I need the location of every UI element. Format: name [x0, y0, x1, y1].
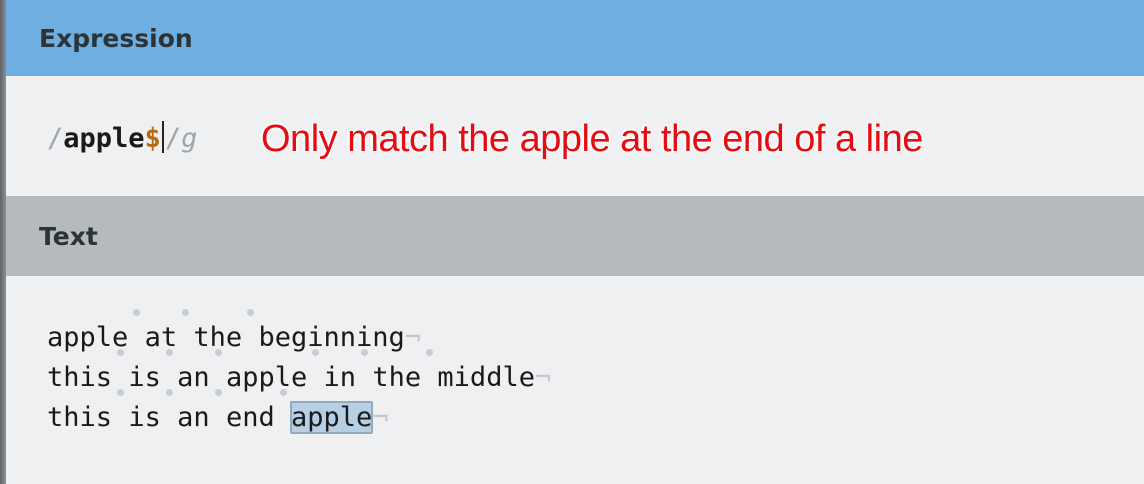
text-line: this is an end apple¬: [47, 389, 551, 438]
text-editor[interactable]: apple at the beginning¬ this is an apple …: [47, 309, 552, 438]
text-word: end: [225, 402, 275, 433]
text-word: apple: [225, 362, 308, 393]
text-word: in: [323, 362, 357, 393]
text-word: an: [177, 402, 210, 433]
whitespace-marker: [128, 309, 144, 358]
text-caret: [161, 121, 164, 153]
expression-panel: /apple$/g Only match the apple at the en…: [6, 76, 1144, 196]
expression-flags[interactable]: g: [181, 123, 197, 154]
text-word: is: [128, 362, 161, 393]
end-of-line-marker: ¬: [372, 402, 389, 433]
expression-open-delimiter: /: [47, 123, 64, 154]
whitespace-marker: [307, 349, 323, 398]
text-word: this: [47, 362, 113, 393]
expression-close-delimiter: /: [164, 123, 182, 154]
text-word: beginning: [258, 322, 405, 353]
expression-panel-title: Expression: [39, 23, 193, 53]
whitespace-marker: [210, 389, 226, 438]
text-word: the: [372, 362, 422, 393]
text-word: apple: [47, 322, 129, 353]
expression-panel-header: Expression: [6, 0, 1144, 76]
expression-input[interactable]: /apple$/g: [47, 121, 197, 157]
end-of-line-marker: ¬: [404, 322, 422, 353]
expression-end-anchor: $: [144, 123, 161, 154]
text-panel: apple at the beginning¬ this is an apple …: [6, 276, 1144, 484]
annotation-note: Only match the apple at the end of a lin…: [261, 118, 923, 160]
end-of-line-marker: ¬: [534, 362, 552, 393]
text-word: this: [47, 402, 113, 433]
whitespace-marker: [177, 309, 193, 358]
whitespace-marker: [356, 349, 372, 398]
whitespace-marker: [112, 389, 128, 438]
text-word: middle: [437, 362, 535, 393]
whitespace-marker: [275, 389, 291, 438]
text-word: at: [144, 322, 178, 353]
text-panel-header: Text: [6, 196, 1144, 276]
text-panel-title: Text: [39, 221, 98, 251]
whitespace-marker: [242, 309, 258, 358]
text-word: is: [128, 402, 161, 433]
whitespace-marker: [421, 349, 437, 398]
expression-pattern: apple: [63, 123, 145, 154]
whitespace-marker: [161, 389, 177, 438]
match-highlight: apple: [290, 401, 374, 434]
text-word: an: [177, 362, 210, 393]
